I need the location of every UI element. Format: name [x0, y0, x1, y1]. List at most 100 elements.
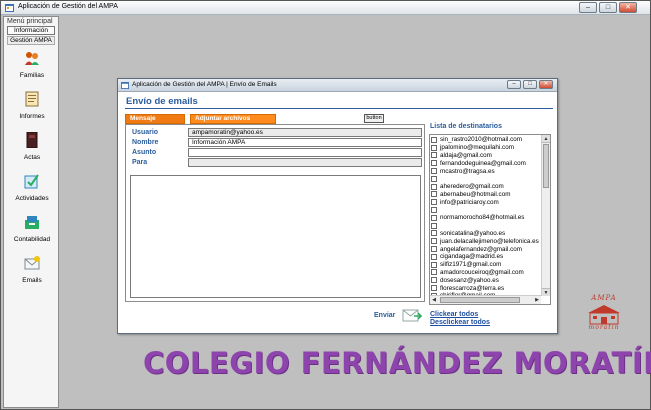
recipient-email: info@patriciaroy.com: [440, 198, 499, 206]
check-all-link[interactable]: Clickear todos: [430, 311, 478, 318]
recipient-checkbox[interactable]: [431, 269, 437, 276]
menu-item-informes[interactable]: Informes: [6, 91, 58, 120]
ampa-logo: AMPA moratín: [574, 294, 634, 334]
recipient-email: sonicatalina@yahoo.es: [440, 229, 506, 237]
recipient-row[interactable]: abernabeu@hotmail.com: [431, 191, 541, 199]
menu-item-contabilidad[interactable]: Contabilidad: [6, 214, 58, 243]
scroll-right-icon[interactable]: ▶: [533, 296, 541, 304]
recipient-row[interactable]: dosesanz@yahoo.es: [431, 276, 541, 284]
main-titlebar[interactable]: Aplicación de Gestión del AMPA ‒ □ ✕: [1, 1, 650, 15]
recipient-checkbox[interactable]: [431, 175, 437, 182]
recipient-row[interactable]: florescarroza@terra.es: [431, 284, 541, 292]
send-label[interactable]: Enviar: [374, 312, 395, 319]
recipient-checkbox[interactable]: [431, 199, 437, 206]
scroll-thumb-h[interactable]: [440, 297, 520, 303]
recipient-checkbox[interactable]: [431, 207, 437, 214]
uncheck-all-link[interactable]: Desclickear todos: [430, 319, 490, 326]
recipient-row[interactable]: jpalomino@mequilahi.com: [431, 144, 541, 152]
recipient-email: angelafernandez@gmail.com: [440, 245, 523, 253]
usuario-field[interactable]: ampamoratin@yahoo.es: [188, 128, 422, 137]
recipient-checkbox[interactable]: [431, 144, 437, 151]
recipient-row[interactable]: info@patriciaroy.com: [431, 198, 541, 206]
recipient-row[interactable]: [431, 206, 541, 214]
dialog-minimize-button[interactable]: ‒: [507, 80, 521, 89]
recipient-checkbox[interactable]: [431, 253, 437, 260]
tab-gestion-ampa[interactable]: Gestión AMPA: [7, 36, 55, 45]
recipient-row[interactable]: fernandodeguinea@gmail.com: [431, 159, 541, 167]
minutes-book-icon: [26, 132, 38, 148]
send-email-icon[interactable]: [402, 306, 422, 324]
recipient-checkbox[interactable]: [431, 191, 437, 198]
recipient-row[interactable]: aldaja@gmail.com: [431, 152, 541, 160]
recipient-row[interactable]: amadorcouceiroq@gmail.com: [431, 269, 541, 277]
recipient-row[interactable]: cigandaga@madrid.es: [431, 253, 541, 261]
recipient-checkbox[interactable]: [431, 277, 437, 284]
recipient-checkbox[interactable]: [431, 152, 437, 159]
recipient-row[interactable]: [431, 175, 541, 183]
recipient-row[interactable]: angelafernandez@gmail.com: [431, 245, 541, 253]
tab-mensaje[interactable]: Mensaje: [125, 114, 185, 124]
asunto-field[interactable]: [188, 148, 422, 157]
menu-item-label: Actividades: [15, 195, 49, 202]
dialog-titlebar[interactable]: Aplicación de Gestión del AMPA | Envío d…: [118, 79, 557, 92]
tab-informacion[interactable]: Información: [7, 26, 55, 35]
scroll-up-icon[interactable]: ▲: [542, 135, 550, 143]
school-building-icon: [588, 305, 620, 325]
recipient-checkbox[interactable]: [431, 168, 437, 175]
menu-item-actas[interactable]: Actas: [6, 132, 58, 161]
nombre-field[interactable]: Información AMPA: [188, 138, 422, 147]
close-button[interactable]: ✕: [619, 2, 637, 13]
recipient-email: sin_rastro2010@hotmail.com: [440, 136, 522, 144]
para-field[interactable]: [188, 158, 422, 167]
dialog-maximize-button[interactable]: □: [523, 80, 537, 89]
recipient-checkbox[interactable]: [431, 183, 437, 190]
email-icon: [24, 256, 40, 270]
generic-button[interactable]: button: [364, 114, 384, 123]
main-menu: Menú principal Información Gestión AMPA …: [3, 16, 59, 408]
recipients-title: Lista de destinatarios: [430, 123, 502, 130]
maximize-button[interactable]: □: [599, 2, 617, 13]
recipient-checkbox[interactable]: [431, 136, 437, 143]
dialog-title: Aplicación de Gestión del AMPA | Envío d…: [132, 81, 277, 88]
recipient-checkbox[interactable]: [431, 230, 437, 237]
recipient-row[interactable]: normamorocho84@hotmail.es: [431, 214, 541, 222]
recipient-checkbox[interactable]: [431, 285, 437, 292]
reports-icon: [25, 91, 39, 107]
recipient-email: silfiz1971@gmail.com: [440, 261, 502, 269]
families-icon: [25, 52, 39, 65]
recipient-checkbox[interactable]: [431, 261, 437, 268]
scroll-thumb[interactable]: [543, 144, 549, 188]
recipient-row[interactable]: aheredero@gmail.com: [431, 183, 541, 191]
dialog-close-button[interactable]: ✕: [539, 80, 553, 89]
menu-item-familias[interactable]: Familias: [6, 50, 58, 79]
recipient-row[interactable]: sin_rastro2010@hotmail.com: [431, 136, 541, 144]
message-panel: Usuario ampamoratin@yahoo.es Nombre Info…: [125, 124, 425, 302]
recipient-row[interactable]: [431, 222, 541, 230]
recipient-checkbox[interactable]: [431, 222, 437, 229]
minimize-button[interactable]: ‒: [579, 2, 597, 13]
recipient-email: cigandaga@madrid.es: [440, 253, 504, 261]
tab-adjuntar-archivos[interactable]: Adjuntar archivos: [190, 114, 276, 124]
menu-item-emails[interactable]: Emails: [6, 255, 58, 284]
recipient-email: fernandodeguinea@gmail.com: [440, 159, 526, 167]
recipients-horizontal-scrollbar[interactable]: ◀ ▶: [430, 295, 541, 304]
recipient-row[interactable]: mcastro@tragsa.es: [431, 167, 541, 175]
menu-item-label: Informes: [19, 113, 45, 120]
scroll-down-icon[interactable]: ▼: [542, 288, 550, 296]
recipient-checkbox[interactable]: [431, 246, 437, 253]
recipients-vertical-scrollbar[interactable]: ▲ ▼: [541, 135, 550, 296]
menu-item-actividades[interactable]: Actividades: [6, 173, 58, 202]
scroll-left-icon[interactable]: ◀: [430, 296, 438, 304]
recipient-email: mcastro@tragsa.es: [440, 167, 495, 175]
recipient-email: normamorocho84@hotmail.es: [440, 214, 525, 222]
recipient-email: aldaja@gmail.com: [440, 151, 492, 159]
recipient-row[interactable]: silfiz1971@gmail.com: [431, 261, 541, 269]
message-body-textarea[interactable]: [130, 175, 421, 298]
recipient-checkbox[interactable]: [431, 160, 437, 167]
school-name: COLEGIO FERNÁNDEZ MORATÍN: [143, 346, 651, 380]
recipient-checkbox[interactable]: [431, 214, 437, 221]
recipient-row[interactable]: sonicatalina@yahoo.es: [431, 230, 541, 238]
recipient-email: aheredero@gmail.com: [440, 183, 504, 191]
recipient-row[interactable]: juan.delacallejimeno@telefonica.es: [431, 237, 541, 245]
recipient-checkbox[interactable]: [431, 238, 437, 245]
